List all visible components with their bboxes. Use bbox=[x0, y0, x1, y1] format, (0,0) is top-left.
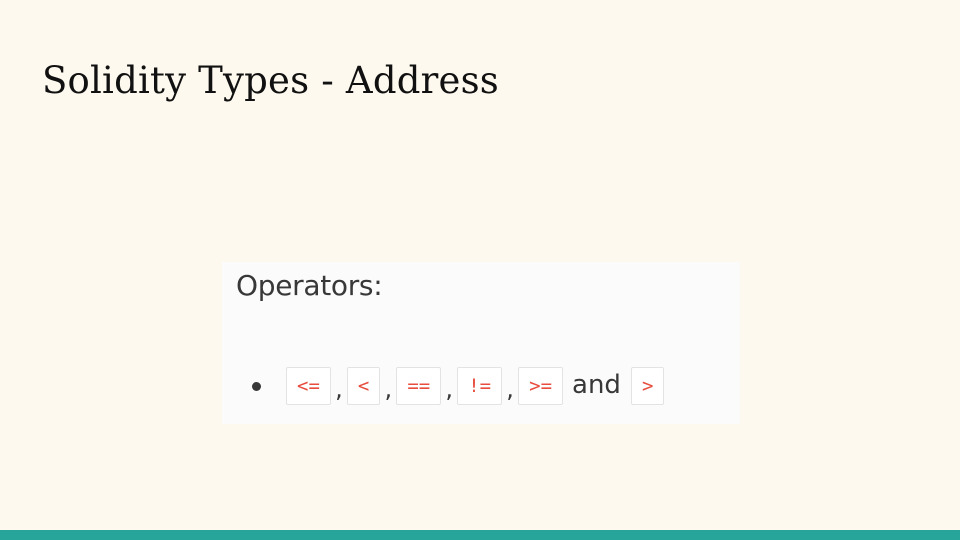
operator-greater-than: > bbox=[630, 367, 665, 405]
accent-bar bbox=[0, 530, 960, 540]
operator-greater-equal: >= bbox=[518, 367, 564, 405]
separator-comma: , bbox=[335, 375, 343, 403]
operator-equal: == bbox=[396, 367, 442, 405]
separator-comma: , bbox=[506, 375, 514, 403]
separator-comma: , bbox=[445, 375, 454, 403]
operator-less-than: < bbox=[346, 367, 381, 405]
operator-less-equal: <= bbox=[286, 367, 331, 405]
slide-title: Solidity Types - Address bbox=[42, 59, 499, 102]
operators-list: <= , < , == , != , >= and > bbox=[252, 364, 665, 408]
documentation-excerpt: Operators: <= , < , == , != , >= and > bbox=[222, 262, 740, 424]
operators-heading: Operators: bbox=[236, 269, 383, 302]
bullet-icon bbox=[252, 381, 261, 391]
separator-comma: , bbox=[384, 375, 393, 403]
operator-not-equal: != bbox=[457, 367, 503, 405]
conjunction-and: and bbox=[572, 370, 621, 400]
list-item: <= , < , == , != , >= and > bbox=[252, 364, 665, 408]
